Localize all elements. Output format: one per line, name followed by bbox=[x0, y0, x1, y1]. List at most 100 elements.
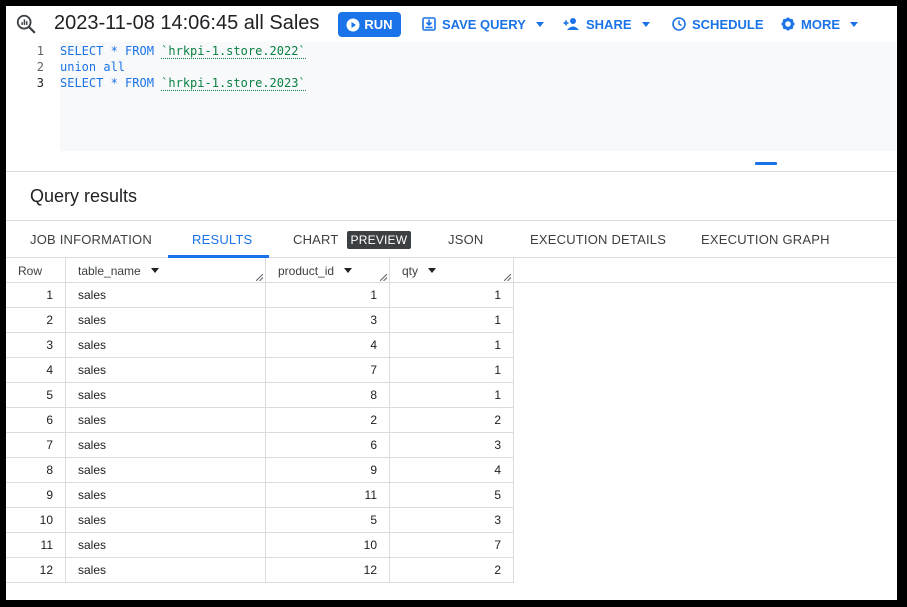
table-row[interactable]: 1 sales 1 1 bbox=[6, 283, 514, 308]
qty-cell[interactable]: 1 bbox=[390, 333, 514, 357]
tab-results[interactable]: RESULTS bbox=[192, 221, 252, 258]
query-title[interactable]: 2023-11-08 14:06:45 all Sales bbox=[54, 12, 319, 35]
code-line: union all bbox=[60, 60, 125, 74]
qty-cell[interactable]: 3 bbox=[390, 433, 514, 457]
table-reference[interactable]: `hrkpi-1.store.2022` bbox=[161, 44, 306, 59]
table-row[interactable]: 9 sales 11 5 bbox=[6, 483, 514, 508]
qty-cell[interactable]: 1 bbox=[390, 358, 514, 382]
table-row[interactable]: 4 sales 7 1 bbox=[6, 358, 514, 383]
tab-json[interactable]: JSON bbox=[448, 221, 483, 258]
schedule-button[interactable]: SCHEDULE bbox=[672, 14, 764, 34]
product-id-cell[interactable]: 9 bbox=[266, 458, 390, 482]
panel-resize-handle[interactable] bbox=[755, 162, 777, 165]
chevron-down-icon bbox=[535, 21, 544, 27]
column-resize-icon[interactable] bbox=[380, 274, 387, 281]
table-name-cell[interactable]: sales bbox=[66, 283, 266, 307]
qty-cell[interactable]: 1 bbox=[390, 383, 514, 407]
table-row[interactable]: 7 sales 6 3 bbox=[6, 433, 514, 458]
product-id-cell[interactable]: 3 bbox=[266, 308, 390, 332]
table-name-cell[interactable]: sales bbox=[66, 533, 266, 557]
column-header-label: qty bbox=[402, 263, 419, 278]
sort-menu-icon[interactable] bbox=[150, 268, 159, 273]
gear-icon bbox=[781, 17, 795, 31]
tab-chart[interactable]: CHART PREVIEW bbox=[293, 221, 412, 258]
qty-cell[interactable]: 2 bbox=[390, 558, 514, 582]
table-name-cell[interactable]: sales bbox=[66, 508, 266, 532]
qty-cell[interactable]: 1 bbox=[390, 308, 514, 332]
sql-keyword: union all bbox=[60, 60, 126, 74]
product-id-cell[interactable]: 8 bbox=[266, 383, 390, 407]
sql-keyword: SELECT * FROM bbox=[60, 44, 162, 58]
column-resize-icon[interactable] bbox=[256, 274, 263, 281]
save-query-button[interactable]: SAVE QUERY bbox=[422, 14, 544, 34]
table-row[interactable]: 2 sales 3 1 bbox=[6, 308, 514, 333]
qty-cell[interactable]: 3 bbox=[390, 508, 514, 532]
product-id-cell[interactable]: 7 bbox=[266, 358, 390, 382]
product-id-cell[interactable]: 2 bbox=[266, 408, 390, 432]
share-label: SHARE bbox=[586, 16, 632, 32]
row-number-cell: 1 bbox=[6, 283, 66, 307]
chevron-down-icon bbox=[641, 21, 650, 27]
table-name-cell[interactable]: sales bbox=[66, 308, 266, 332]
table-name-cell[interactable]: sales bbox=[66, 558, 266, 582]
toolbar: 2023-11-08 14:06:45 all Sales RUN SAVE Q… bbox=[6, 6, 897, 42]
sort-menu-icon[interactable] bbox=[344, 268, 353, 273]
save-icon bbox=[422, 17, 436, 31]
tab-job-information[interactable]: JOB INFORMATION bbox=[30, 221, 152, 258]
product-id-cell[interactable]: 11 bbox=[266, 483, 390, 507]
sql-keyword: SELECT * FROM bbox=[60, 76, 162, 90]
table-name-cell[interactable]: sales bbox=[66, 483, 266, 507]
more-button[interactable]: MORE bbox=[781, 14, 858, 34]
sort-menu-icon[interactable] bbox=[428, 268, 437, 273]
run-button[interactable]: RUN bbox=[338, 12, 401, 37]
table-name-cell[interactable]: sales bbox=[66, 458, 266, 482]
product-id-cell[interactable]: 6 bbox=[266, 433, 390, 457]
qty-cell[interactable]: 2 bbox=[390, 408, 514, 432]
row-number-cell: 2 bbox=[6, 308, 66, 332]
results-title: Query results bbox=[30, 186, 138, 206]
code-line: SELECT * FROM `hrkpi-1.store.2022` bbox=[60, 44, 306, 59]
table-row[interactable]: 12 sales 12 2 bbox=[6, 558, 514, 583]
row-number-cell: 8 bbox=[6, 458, 66, 482]
code-area[interactable]: SELECT * FROM `hrkpi-1.store.2022` union… bbox=[60, 42, 897, 151]
code-line: SELECT * FROM `hrkpi-1.store.2023` bbox=[60, 76, 306, 91]
qty-cell[interactable]: 1 bbox=[390, 283, 514, 307]
table-row[interactable]: 3 sales 4 1 bbox=[6, 333, 514, 358]
line-number: 3 bbox=[36, 76, 44, 90]
qty-cell[interactable]: 5 bbox=[390, 483, 514, 507]
column-header-label: product_id bbox=[278, 263, 335, 278]
product-id-cell[interactable]: 12 bbox=[266, 558, 390, 582]
divider bbox=[6, 171, 897, 172]
column-resize-icon[interactable] bbox=[504, 274, 511, 281]
table-name-cell[interactable]: sales bbox=[66, 358, 266, 382]
row-number-cell: 7 bbox=[6, 433, 66, 457]
row-number-cell: 4 bbox=[6, 358, 66, 382]
column-header-table-name[interactable]: table_name bbox=[66, 258, 266, 283]
share-button[interactable]: SHARE bbox=[563, 14, 650, 34]
product-id-cell[interactable]: 4 bbox=[266, 333, 390, 357]
sql-editor[interactable]: 1 2 3 SELECT * FROM `hrkpi-1.store.2022`… bbox=[6, 42, 897, 155]
product-id-cell[interactable]: 10 bbox=[266, 533, 390, 557]
row-number-cell: 10 bbox=[6, 508, 66, 532]
table-reference[interactable]: `hrkpi-1.store.2023` bbox=[161, 76, 306, 91]
table-row[interactable]: 8 sales 9 4 bbox=[6, 458, 514, 483]
table-name-cell[interactable]: sales bbox=[66, 383, 266, 407]
tab-chart-label: CHART bbox=[293, 232, 339, 247]
line-number: 1 bbox=[36, 44, 44, 58]
table-row[interactable]: 6 sales 2 2 bbox=[6, 408, 514, 433]
product-id-cell[interactable]: 1 bbox=[266, 283, 390, 307]
column-header-product-id[interactable]: product_id bbox=[266, 258, 390, 283]
qty-cell[interactable]: 7 bbox=[390, 533, 514, 557]
tab-execution-details[interactable]: EXECUTION DETAILS bbox=[530, 221, 666, 258]
column-header-qty[interactable]: qty bbox=[390, 258, 514, 283]
tab-execution-graph[interactable]: EXECUTION GRAPH bbox=[701, 221, 830, 258]
row-number-cell: 12 bbox=[6, 558, 66, 582]
table-row[interactable]: 5 sales 8 1 bbox=[6, 383, 514, 408]
table-name-cell[interactable]: sales bbox=[66, 333, 266, 357]
table-row[interactable]: 10 sales 5 3 bbox=[6, 508, 514, 533]
table-name-cell[interactable]: sales bbox=[66, 408, 266, 432]
table-row[interactable]: 11 sales 10 7 bbox=[6, 533, 514, 558]
product-id-cell[interactable]: 5 bbox=[266, 508, 390, 532]
qty-cell[interactable]: 4 bbox=[390, 458, 514, 482]
table-name-cell[interactable]: sales bbox=[66, 433, 266, 457]
